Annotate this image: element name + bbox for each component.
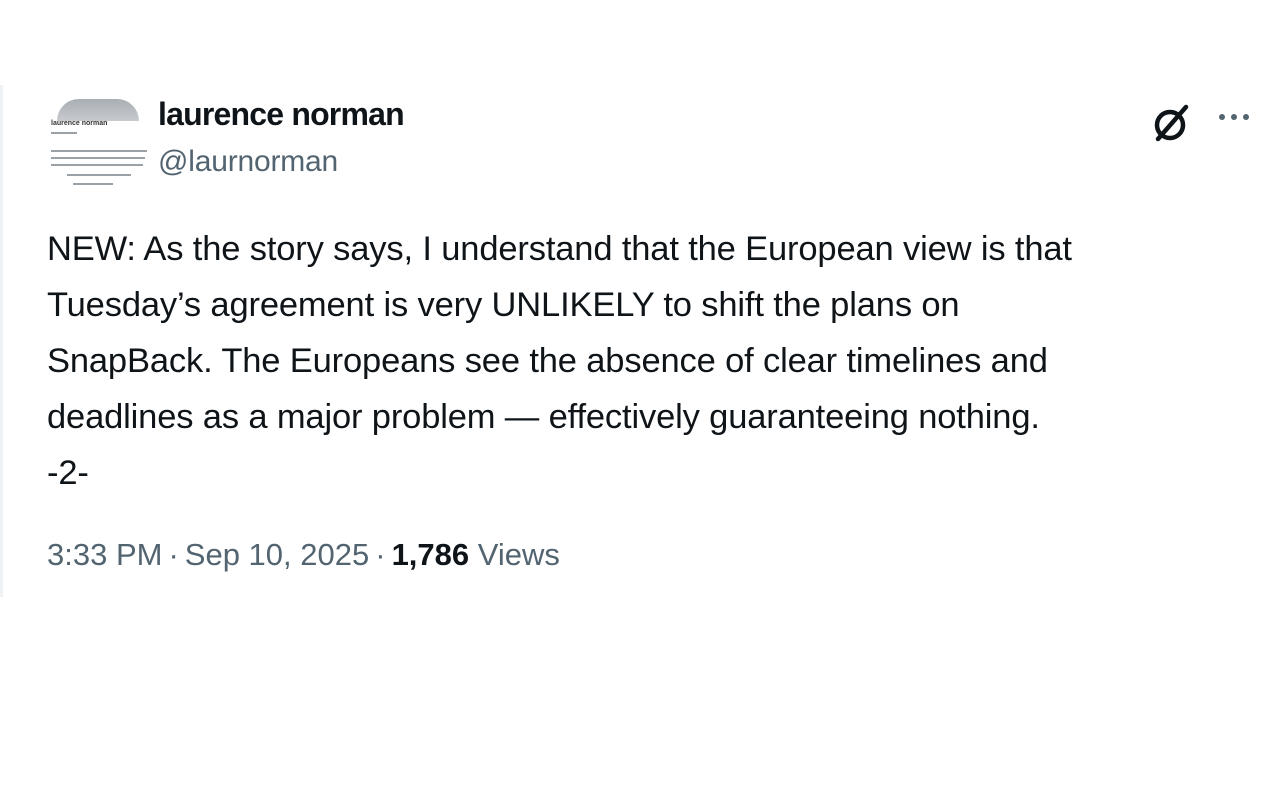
avatar-label: laurence norman <box>51 120 108 127</box>
author-block: laurence norman @laurnorman <box>158 95 405 180</box>
views-label: Views <box>477 537 560 572</box>
avatar-line <box>51 157 145 159</box>
avatar-line <box>51 150 147 152</box>
avatar-line <box>51 164 143 166</box>
tweet-time[interactable]: 3:33 PM <box>47 537 162 572</box>
grok-icon[interactable] <box>1149 99 1195 145</box>
tweet-meta: 3:33 PM · Sep 10, 2025 · 1,786 Views <box>47 535 560 575</box>
tweet-card: laurence norman laurence norman @laurnor… <box>0 85 1280 597</box>
meta-separator: · <box>375 537 386 572</box>
meta-separator: · <box>168 537 179 572</box>
more-options-icon[interactable] <box>1215 107 1255 127</box>
avatar-line <box>51 132 77 134</box>
display-name[interactable]: laurence norman <box>158 95 405 133</box>
avatar[interactable]: laurence norman <box>45 93 153 193</box>
avatar-line <box>73 183 113 185</box>
handle[interactable]: @laurnorman <box>158 144 404 180</box>
avatar-banner <box>57 99 139 121</box>
avatar-profile-thumbnail: laurence norman <box>47 93 149 191</box>
tweet-date[interactable]: Sep 10, 2025 <box>185 537 369 572</box>
tweet-text: NEW: As the story says, I understand tha… <box>47 230 1072 492</box>
page: laurence norman laurence norman @laurnor… <box>0 0 1280 793</box>
avatar-line <box>67 174 131 176</box>
views-count[interactable]: 1,786 <box>392 537 470 572</box>
